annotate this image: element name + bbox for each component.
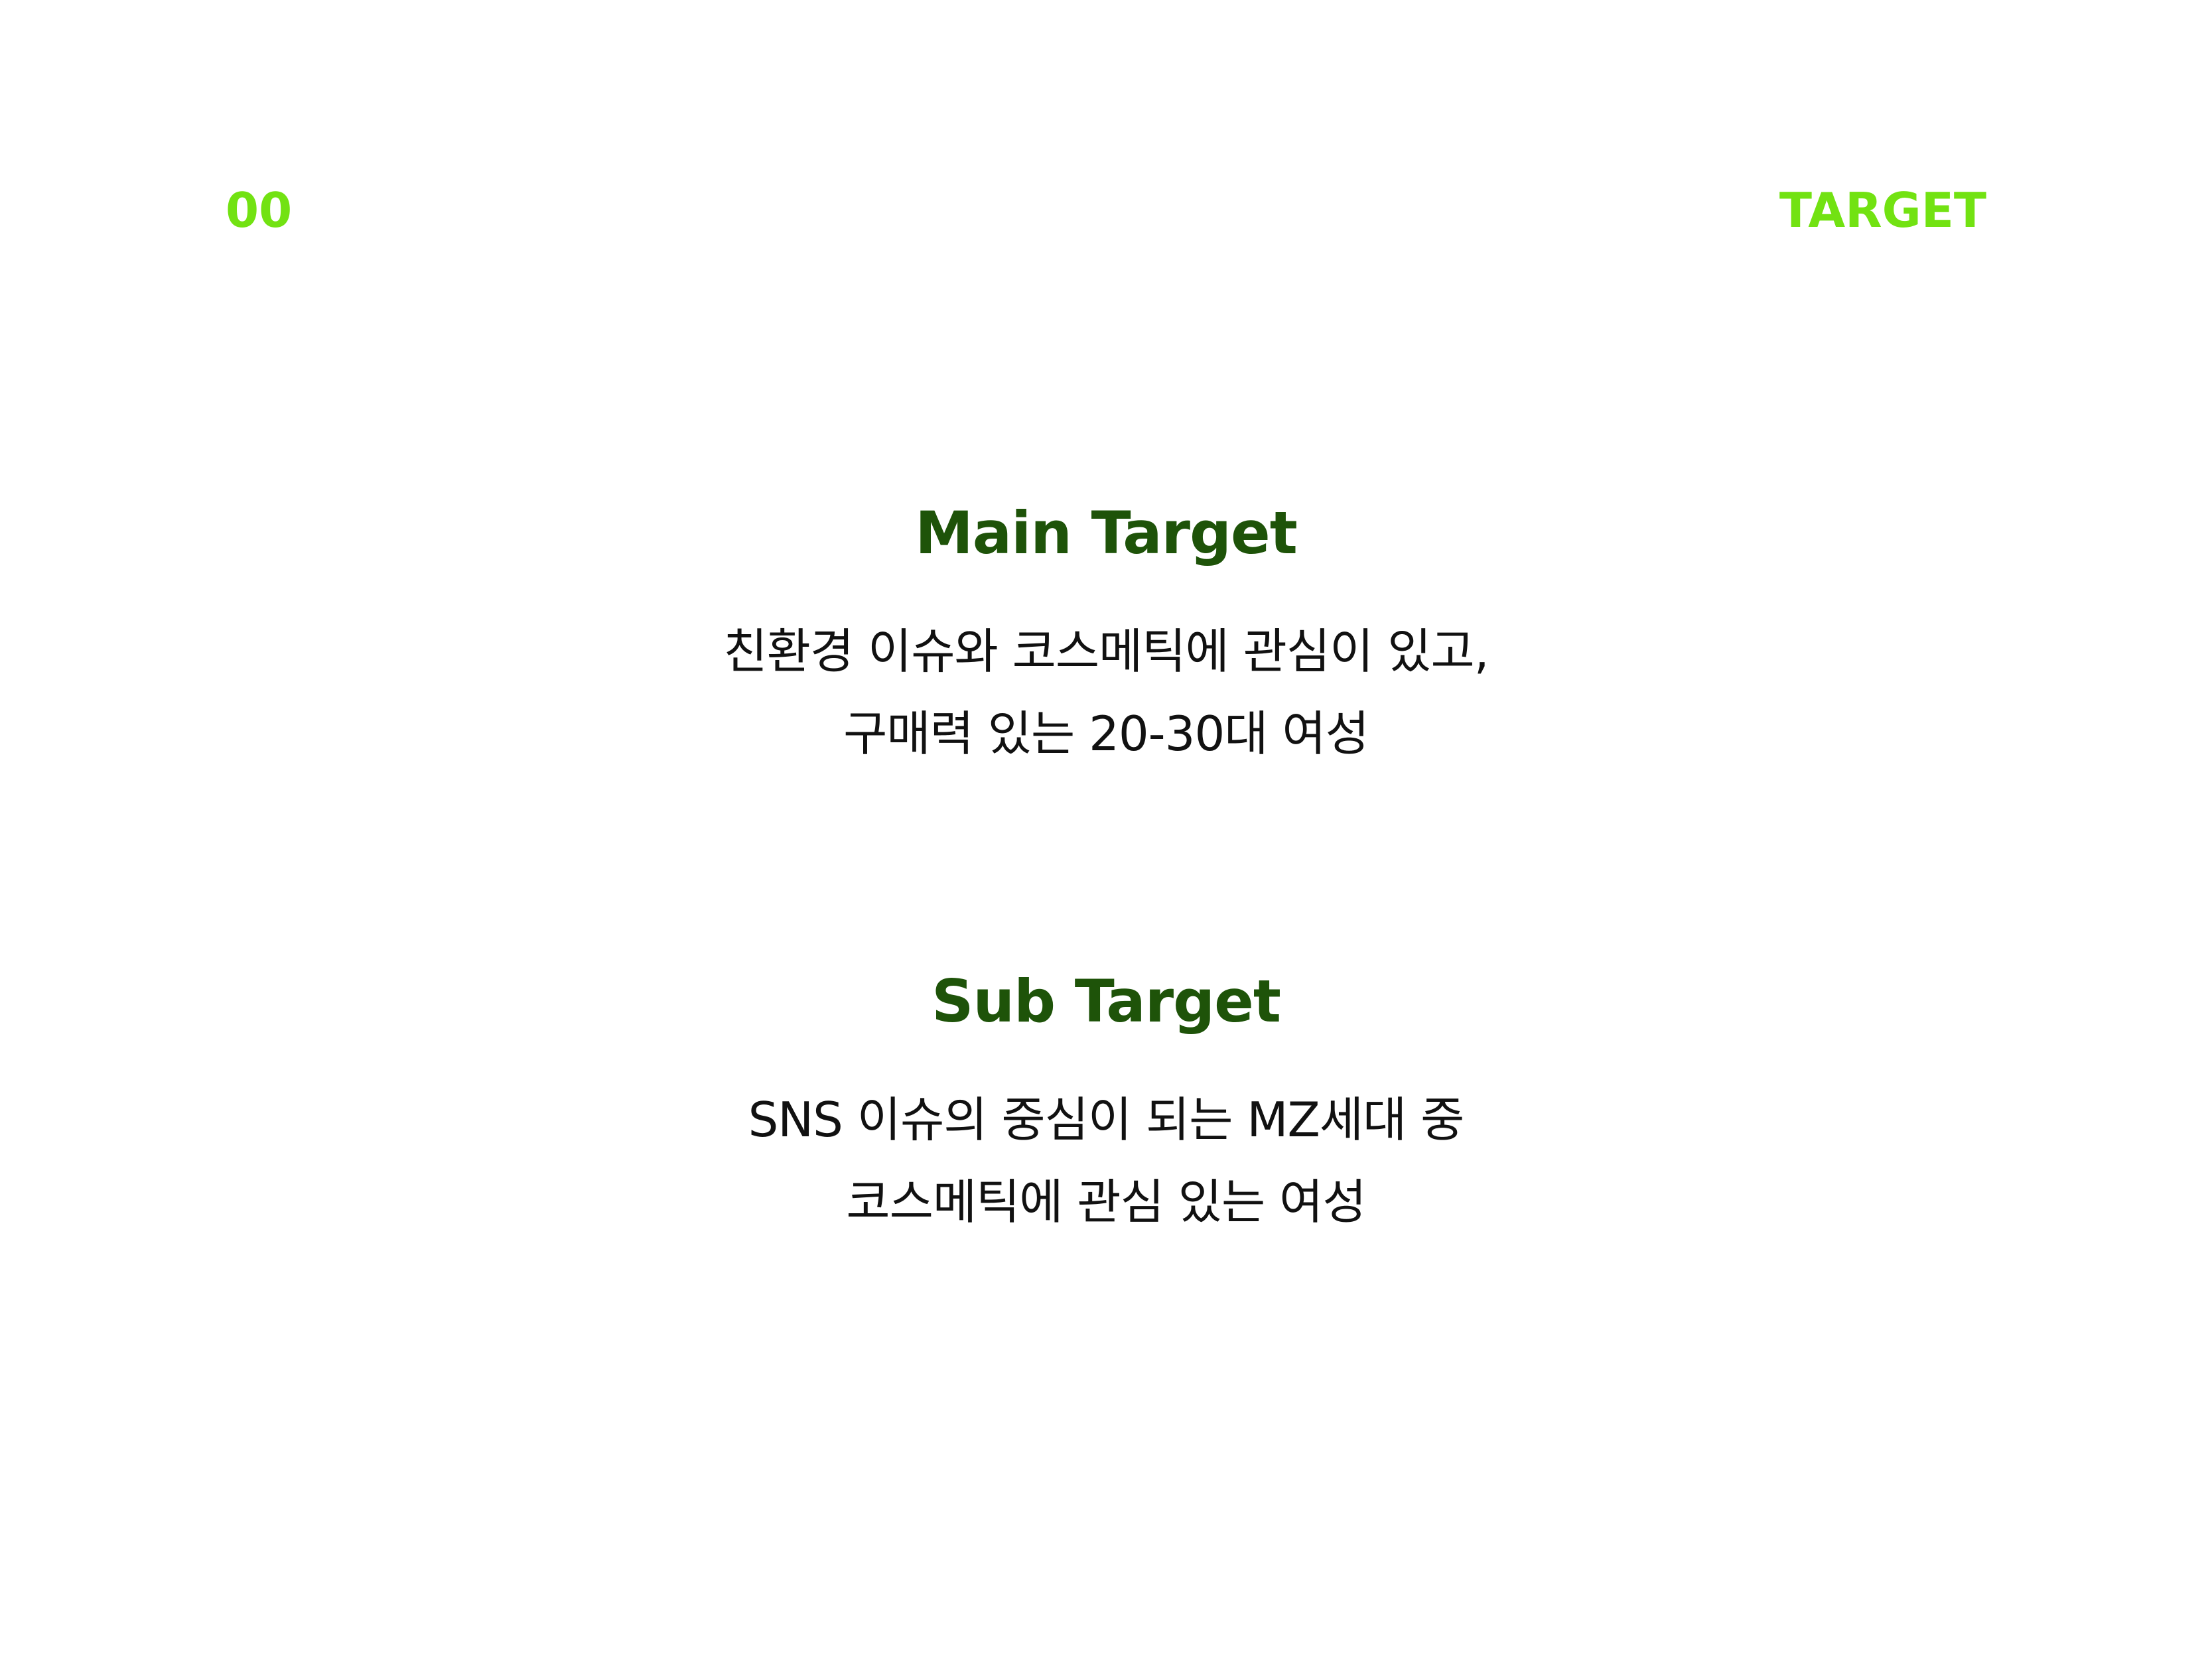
main-target-section: Main Target 친환경 이슈와 코스메틱에 관심이 있고, 구매력 있는… <box>0 496 2212 775</box>
main-target-title: Main Target <box>915 499 1298 567</box>
page-number: 00 <box>226 182 293 238</box>
sub-target-description: SNS 이슈의 중심이 되는 MZ세대 중 코스메틱에 관심 있는 여성 <box>0 1079 2212 1243</box>
sub-target-line: SNS 이슈의 중심이 되는 MZ세대 중 <box>748 1092 1465 1148</box>
main-target-description: 친환경 이슈와 코스메틱에 관심이 있고, 구매력 있는 20-30대 여성 <box>0 610 2212 775</box>
sub-target-title: Sub Target <box>932 967 1281 1035</box>
sub-target-section: Sub Target SNS 이슈의 중심이 되는 MZ세대 중 코스메틱에 관… <box>0 964 2212 1243</box>
sub-target-line: 코스메틱에 관심 있는 여성 <box>846 1174 1366 1230</box>
main-target-line: 친환경 이슈와 코스메틱에 관심이 있고, <box>723 624 1489 679</box>
main-target-line: 구매력 있는 20-30대 여성 <box>843 706 1369 762</box>
section-label: TARGET <box>1779 182 1986 238</box>
